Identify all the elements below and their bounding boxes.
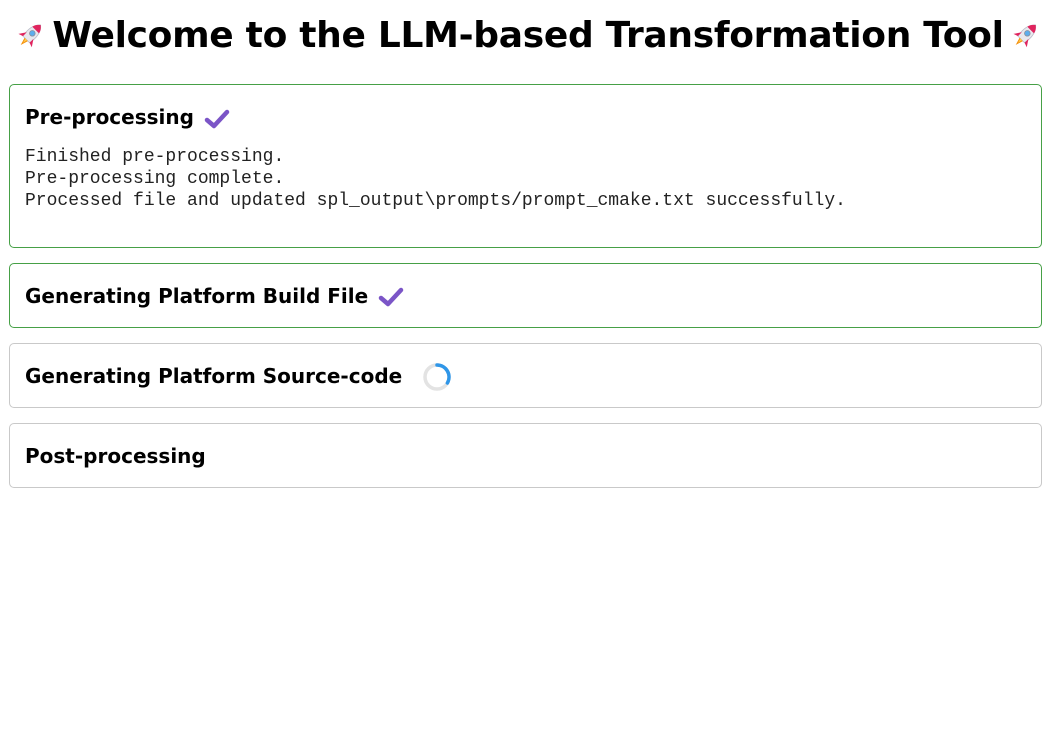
title-row: Welcome to the LLM-based Transformation … [9, 0, 1041, 70]
app-page: Welcome to the LLM-based Transformation … [0, 0, 1050, 745]
step-header[interactable]: Pre-processing [25, 85, 1026, 149]
step-title: Generating Platform Build File [25, 283, 369, 308]
rocket-icon [1013, 24, 1036, 48]
log-line: Processed file and updated spl_output\pr… [25, 191, 846, 211]
log-line: Finished pre-processing. [25, 147, 285, 167]
step-generating-build-file[interactable]: Generating Platform Build File [9, 263, 1042, 328]
step-log: Finished pre-processing. Pre-processing c… [25, 146, 1026, 247]
step-title: Generating Platform Source-code [25, 363, 403, 388]
log-line: Pre-processing complete. [25, 169, 285, 189]
pipeline-steps: Pre-processing Finished pre-processing. P… [9, 84, 1042, 488]
step-header[interactable]: Generating Platform Build File [25, 264, 1026, 327]
page-title: Welcome to the LLM-based Transformation … [52, 14, 1004, 56]
step-header[interactable]: Generating Platform Source-code [25, 344, 1026, 407]
check-icon [378, 287, 404, 307]
step-title: Post-processing [25, 443, 206, 468]
spinner-icon [423, 362, 451, 391]
check-icon [204, 109, 230, 128]
step-generating-source-code[interactable]: Generating Platform Source-code [9, 343, 1042, 408]
step-title: Pre-processing [25, 105, 194, 129]
rocket-icon [18, 24, 42, 48]
step-header[interactable]: Post-processing [25, 424, 1026, 487]
step-pre-processing[interactable]: Pre-processing Finished pre-processing. P… [9, 84, 1042, 248]
step-post-processing[interactable]: Post-processing [9, 423, 1042, 488]
